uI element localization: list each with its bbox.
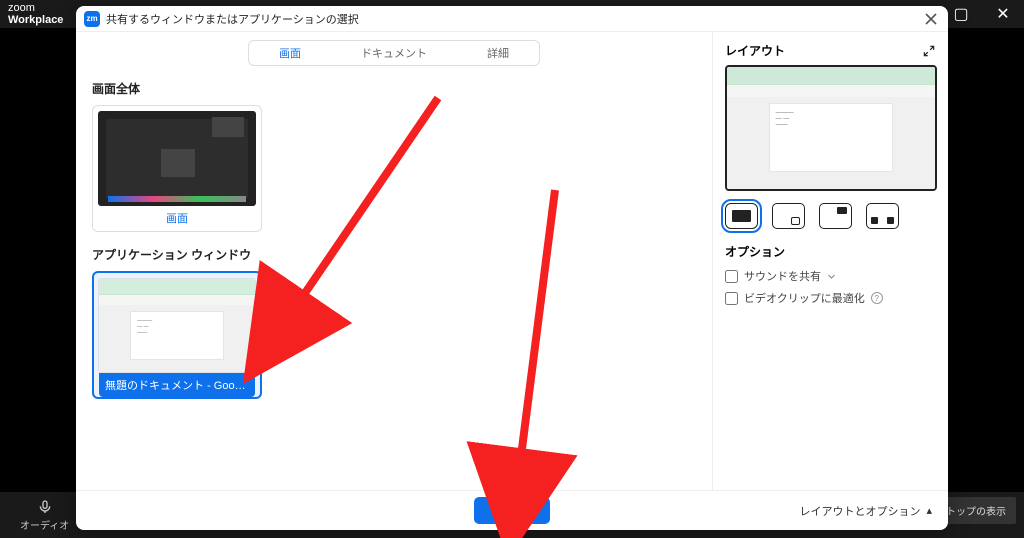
- options-title: オプション: [725, 243, 936, 260]
- layout-options-toggle[interactable]: レイアウトとオプション ▴: [799, 503, 932, 519]
- layout-split-icon[interactable]: [819, 203, 852, 229]
- tab-screen[interactable]: 画面: [249, 41, 331, 65]
- close-icon: [925, 13, 937, 25]
- video-optimize-option[interactable]: ビデオクリップに最適化 ?: [725, 290, 936, 306]
- share-left-pane: 画面 ドキュメント 詳細 画面全体 画面 アプリケーション ウィンドウ: [76, 32, 712, 490]
- screen-thumbnail[interactable]: 画面: [92, 105, 262, 232]
- triangle-up-icon: ▴: [926, 504, 932, 517]
- app-preview: ―――― ―――: [98, 278, 256, 373]
- share-sound-checkbox[interactable]: [725, 270, 738, 283]
- share-modal: zm 共有するウィンドウまたはアプリケーションの選択 画面 ドキュメント 詳細 …: [76, 6, 948, 530]
- app-thumb-label: 無題のドキュメント - Google ドキュメント -...: [99, 373, 255, 397]
- layout-pip-icon[interactable]: [772, 203, 805, 229]
- modal-footer: 共有 レイアウトとオプション ▴: [76, 490, 948, 530]
- tab-advanced[interactable]: 詳細: [457, 41, 539, 65]
- section-appwindow-title: アプリケーション ウィンドウ: [92, 246, 696, 263]
- close-window-button[interactable]: ✕: [982, 0, 1024, 28]
- layout-title: レイアウト: [725, 42, 785, 59]
- video-optimize-checkbox[interactable]: [725, 292, 738, 305]
- layout-pane: レイアウト ―――― ―――: [712, 32, 948, 490]
- tab-document[interactable]: ドキュメント: [331, 41, 457, 65]
- audio-control[interactable]: オーディオ: [20, 499, 69, 532]
- layout-fullscreen-icon[interactable]: [725, 203, 758, 229]
- modal-header: zm 共有するウィンドウまたはアプリケーションの選択: [76, 6, 948, 32]
- screen-preview: [98, 111, 256, 206]
- screen-thumb-label: 画面: [166, 210, 188, 226]
- brand-label: zoom Workplace: [8, 2, 63, 26]
- share-sound-option[interactable]: サウンドを共有: [725, 268, 936, 284]
- modal-title: 共有するウィンドウまたはアプリケーションの選択: [106, 11, 922, 27]
- zoom-badge-icon: zm: [84, 11, 100, 27]
- chevron-down-icon: [827, 272, 836, 281]
- microphone-icon: [37, 499, 53, 515]
- share-button[interactable]: 共有: [474, 497, 550, 524]
- help-icon[interactable]: ?: [871, 292, 883, 304]
- app-thumbnail-selected[interactable]: ―――― ――― 無題のドキュメント - Google ドキュメント -...: [92, 271, 262, 399]
- layout-preview: ―――― ―――: [725, 65, 937, 191]
- layout-mode-icons: [725, 203, 936, 229]
- modal-close-button[interactable]: [922, 10, 940, 28]
- share-tabs: 画面 ドキュメント 詳細: [248, 40, 540, 66]
- section-fullscreen-title: 画面全体: [92, 80, 696, 97]
- layout-sidebyside-icon[interactable]: [866, 203, 899, 229]
- expand-icon[interactable]: [922, 44, 936, 58]
